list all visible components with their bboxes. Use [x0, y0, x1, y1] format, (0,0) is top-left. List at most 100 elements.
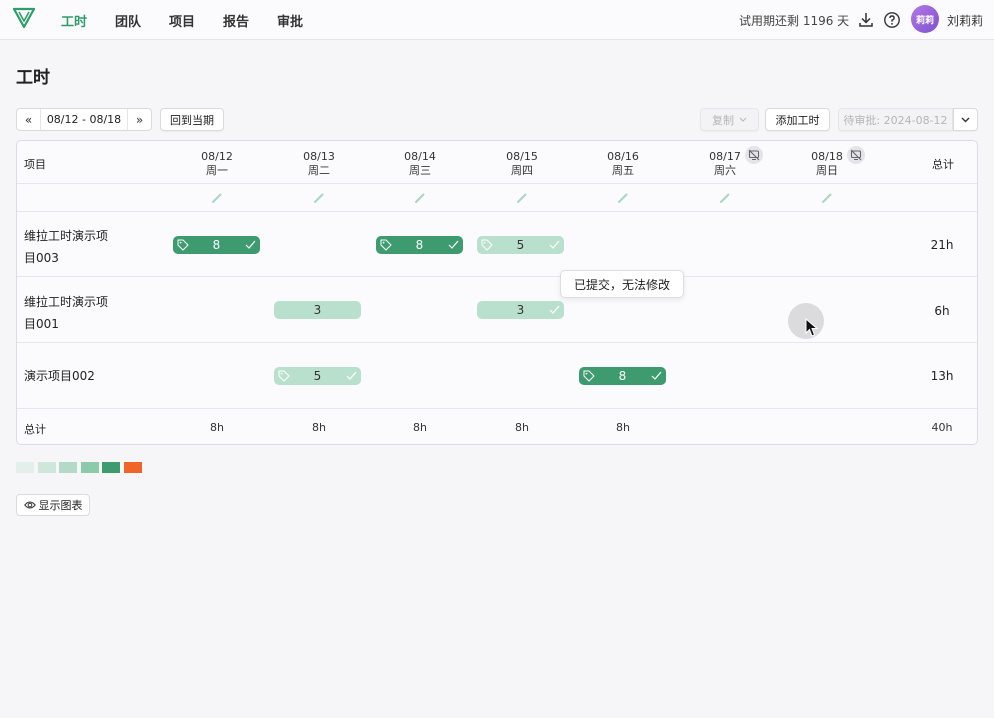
- day-total: 8h: [312, 421, 326, 434]
- hours-value: 8: [618, 369, 627, 383]
- trial-remaining-text: 试用期还剩 1196 天: [739, 14, 850, 28]
- back-to-current-button[interactable]: 回到当期: [160, 108, 224, 131]
- divider: [17, 211, 977, 212]
- edit-pencil-icon[interactable]: [211, 192, 223, 204]
- nav-item-reports[interactable]: 报告: [223, 11, 249, 30]
- nav-item-projects[interactable]: 项目: [169, 11, 195, 30]
- project-name[interactable]: 维拉工时演示项目001: [24, 291, 114, 335]
- tag-icon: [278, 370, 290, 382]
- hours-entry-chip[interactable]: 8: [173, 236, 260, 254]
- submitted-tooltip: 已提交，无法修改: [560, 270, 684, 298]
- user-name[interactable]: 刘莉莉: [947, 12, 983, 29]
- eye-icon: [23, 501, 36, 509]
- non-workday-icon[interactable]: [745, 146, 763, 164]
- legend-swatch: [102, 462, 120, 473]
- nav-item-team[interactable]: 团队: [115, 11, 141, 30]
- summary-label: 总计: [24, 423, 46, 436]
- add-hours-button[interactable]: 添加工时: [765, 108, 830, 131]
- day-header-tue: 08/13 周二: [289, 150, 349, 178]
- legend-swatch: [59, 462, 77, 473]
- hours-entry-chip[interactable]: 3: [477, 301, 564, 319]
- timesheet-table: 项目 08/12 周一 08/13 周二 08/14 周三 08/15 周四 08/16…: [16, 140, 978, 445]
- show-chart-label: 显示图表: [38, 499, 83, 512]
- edit-pencil-icon[interactable]: [719, 192, 731, 204]
- grand-total: 40h: [931, 421, 953, 434]
- edit-pencil-icon[interactable]: [516, 192, 528, 204]
- chevron-down-icon: [739, 117, 747, 122]
- row-total: 13h: [930, 369, 954, 383]
- legend-swatch: [16, 462, 34, 473]
- day-weekday: 周一: [206, 164, 228, 177]
- row-total: 21h: [930, 238, 954, 252]
- app-logo-icon[interactable]: [12, 6, 36, 30]
- day-date: 08/13: [303, 150, 335, 163]
- copy-label: 复制: [712, 113, 734, 127]
- day-header-thu: 08/15 周四: [492, 150, 552, 178]
- divider: [17, 276, 977, 277]
- day-weekday: 周三: [409, 164, 431, 177]
- download-icon[interactable]: [857, 11, 875, 29]
- hours-entry-chip[interactable]: 8: [376, 236, 463, 254]
- day-weekday: 周四: [511, 164, 533, 177]
- tag-icon: [583, 370, 595, 382]
- approval-dropdown-button[interactable]: [953, 108, 978, 131]
- date-range-navigator: « 08/12 - 08/18 »: [16, 108, 152, 131]
- nav-item-approval[interactable]: 审批: [277, 11, 303, 30]
- project-name[interactable]: 演示项目002: [24, 365, 95, 387]
- previous-week-button[interactable]: «: [17, 109, 40, 130]
- legend-swatch: [124, 462, 142, 473]
- legend-swatch: [38, 462, 56, 473]
- date-range-label[interactable]: 08/12 - 08/18: [40, 109, 128, 130]
- hours-value: 3: [313, 303, 322, 317]
- day-date: 08/15: [506, 150, 538, 163]
- mouse-cursor-icon: [805, 318, 819, 337]
- total-column-header: 总计: [932, 158, 954, 171]
- day-date: 08/16: [607, 150, 639, 163]
- hours-entry-chip[interactable]: 5: [274, 367, 361, 385]
- hours-value: 8: [415, 238, 424, 252]
- day-header-mon: 08/12 周一: [187, 150, 247, 178]
- day-date: 08/12: [201, 150, 233, 163]
- divider: [17, 183, 977, 184]
- check-icon: [245, 240, 256, 249]
- hours-value: 5: [313, 369, 322, 383]
- hours-entry-chip[interactable]: 5: [477, 236, 564, 254]
- project-column-header: 项目: [24, 158, 46, 171]
- hours-entry-chip[interactable]: 8: [579, 367, 666, 385]
- check-icon: [549, 305, 560, 314]
- edit-pencil-icon[interactable]: [414, 192, 426, 204]
- show-chart-button[interactable]: 显示图表: [16, 494, 90, 516]
- edit-pencil-icon[interactable]: [821, 192, 833, 204]
- check-icon: [448, 240, 459, 249]
- help-icon[interactable]: [883, 11, 901, 29]
- day-date: 08/14: [404, 150, 436, 163]
- page-title: 工时: [16, 68, 50, 88]
- day-weekday: 周六: [714, 164, 736, 177]
- day-weekday: 周二: [308, 164, 330, 177]
- edit-pencil-icon[interactable]: [313, 192, 325, 204]
- edit-pencil-icon[interactable]: [617, 192, 629, 204]
- day-weekday: 周日: [816, 164, 838, 177]
- divider: [17, 408, 977, 409]
- non-workday-icon[interactable]: [847, 146, 865, 164]
- tag-icon: [481, 239, 493, 251]
- chevron-down-icon: [961, 117, 970, 122]
- tag-icon: [177, 239, 189, 251]
- row-total: 6h: [934, 304, 950, 318]
- day-total: 8h: [616, 421, 630, 434]
- project-name[interactable]: 维拉工时演示项目003: [24, 225, 114, 269]
- check-icon: [346, 371, 357, 380]
- pending-approval-button[interactable]: 待审批: 2024-08-12: [838, 108, 953, 131]
- nav-item-timesheet[interactable]: 工时: [61, 11, 87, 30]
- copy-dropdown-button[interactable]: 复制: [700, 108, 759, 131]
- divider: [17, 342, 977, 343]
- hours-entry-chip[interactable]: 3: [274, 301, 361, 319]
- day-total: 8h: [515, 421, 529, 434]
- next-week-button[interactable]: »: [128, 109, 151, 130]
- day-header-fri: 08/16 周五: [593, 150, 653, 178]
- top-nav-bar: 工时 团队 项目 报告 审批 试用期还剩 1196 天 莉莉 刘莉莉: [0, 0, 994, 40]
- day-total: 8h: [413, 421, 427, 434]
- tag-icon: [380, 239, 392, 251]
- avatar[interactable]: 莉莉: [911, 5, 939, 33]
- hours-value: 5: [516, 238, 525, 252]
